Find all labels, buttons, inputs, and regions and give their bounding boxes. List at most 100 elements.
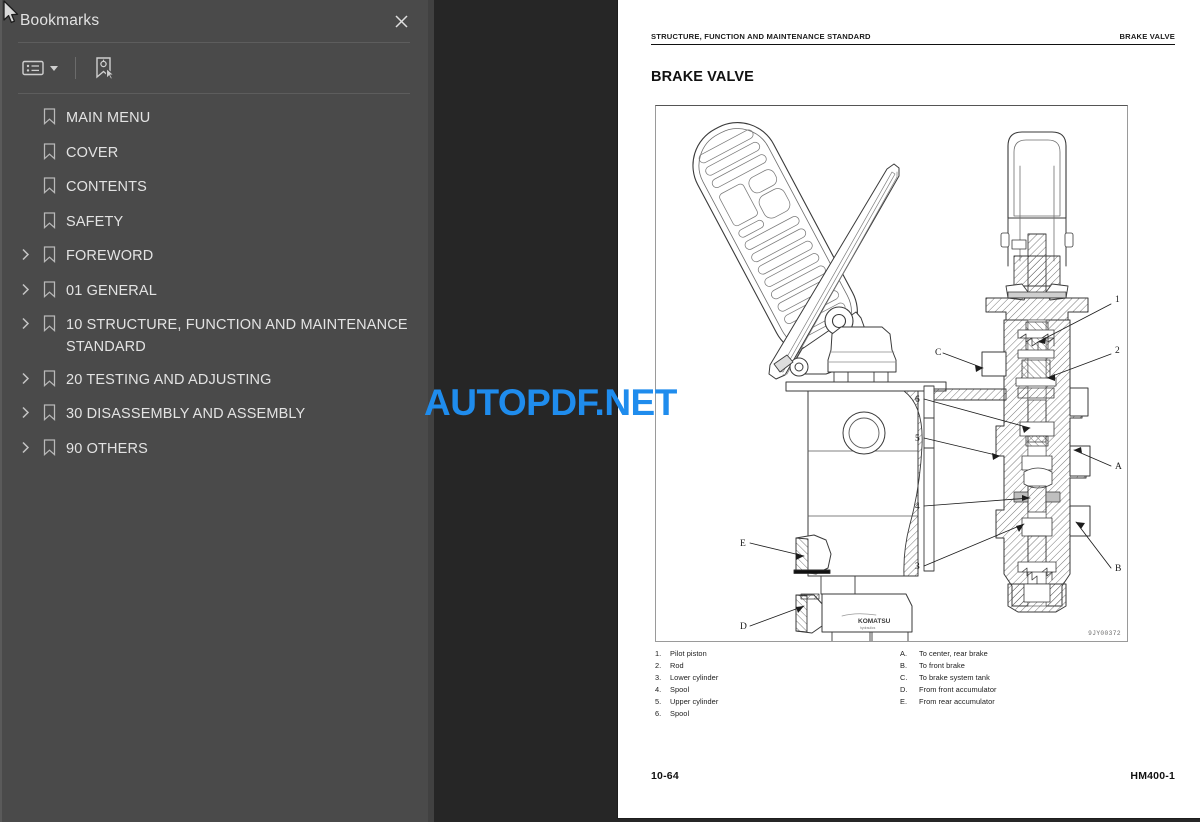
bookmark-icon <box>36 211 62 229</box>
legend-item: 3. Lower cylinder <box>655 672 900 684</box>
bookmarks-sidebar: Bookmarks MAIN MENU COVER CONTENTS SAFET… <box>0 0 428 822</box>
bookmark-item-main-menu[interactable]: MAIN MENU <box>0 102 428 137</box>
legend-key: E. <box>900 697 908 707</box>
legend-key: C. <box>900 673 908 683</box>
bookmark-item-safety[interactable]: SAFETY <box>0 206 428 241</box>
chevron-down-icon[interactable] <box>50 65 58 71</box>
bookmark-label: MAIN MENU <box>66 110 151 126</box>
bookmark-icon <box>36 245 62 263</box>
legend-item: A. To center, rear brake <box>900 648 1155 660</box>
bookmark-item-foreword[interactable]: FOREWORD <box>0 240 428 275</box>
legend-item: 2. Rod <box>655 660 900 672</box>
legend-item: B. To front brake <box>900 660 1155 672</box>
legend-key: B. <box>900 661 908 671</box>
chevron-right-icon[interactable] <box>14 369 36 385</box>
legend-text: To brake system tank <box>919 673 990 683</box>
bookmarks-panel-header: Bookmarks <box>0 0 428 42</box>
bookmark-item-10-structure[interactable]: 10 STRUCTURE, FUNCTION AND MAINTENANCE S… <box>0 309 428 364</box>
legend-text: From front accumulator <box>919 685 997 695</box>
legend-text: To front brake <box>919 661 965 671</box>
legend-key: D. <box>900 685 908 695</box>
twisty-placeholder <box>14 142 36 145</box>
brake-valve-drawing: KOMATSU hydraulics 1 2 C 6 5 A 4 3 B E D <box>692 122 1122 641</box>
legend-item: 5. Upper cylinder <box>655 696 900 708</box>
bookmark-item-01-general[interactable]: 01 GENERAL <box>0 275 428 310</box>
bookmark-label: 10 STRUCTURE, FUNCTION AND MAINTENANCE S… <box>66 317 408 356</box>
bookmark-label: FOREWORD <box>66 248 154 264</box>
bookmark-label: 90 OTHERS <box>66 440 148 457</box>
document-viewer[interactable]: STRUCTURE, FUNCTION AND MAINTENANCE STAN… <box>428 0 1200 822</box>
twisty-placeholder <box>14 107 36 110</box>
legend-key: 3. <box>655 673 662 683</box>
chevron-right-icon[interactable] <box>14 280 36 296</box>
legend-key: 1. <box>655 649 662 658</box>
running-head-right: BRAKE VALVE <box>1119 32 1175 41</box>
add-bookmark-icon[interactable] <box>89 53 119 83</box>
bookmark-label: SAFETY <box>66 213 124 230</box>
chevron-right-icon[interactable] <box>14 245 36 261</box>
callout-D: D <box>740 622 747 632</box>
bookmarks-tree: MAIN MENU COVER CONTENTS SAFETY FOREWORD… <box>0 94 428 467</box>
bookmark-label: COVER <box>66 144 119 161</box>
bookmark-item-90-others[interactable]: 90 OTHERS <box>0 433 428 468</box>
chevron-right-icon[interactable] <box>14 438 36 454</box>
legend-text: Pilot piston <box>670 649 707 658</box>
legend-text: Spool <box>670 685 690 695</box>
bookmark-item-contents[interactable]: CONTENTS <box>0 171 428 206</box>
callout-B: B <box>1115 564 1121 574</box>
list-options-icon[interactable] <box>18 53 62 83</box>
bookmark-item-cover[interactable]: COVER <box>0 137 428 172</box>
bookmark-icon <box>36 176 62 194</box>
page-running-head: STRUCTURE, FUNCTION AND MAINTENANCE STAN… <box>651 32 1175 45</box>
legend-item: 4. Spool <box>655 684 900 696</box>
figure-legend: 1. Pilot piston 2. Rod 3. Lower cylinder <box>655 648 1155 721</box>
chevron-right-icon[interactable] <box>14 314 36 330</box>
viewer-gutter <box>428 0 434 822</box>
legend-key: 6. <box>655 709 662 719</box>
bookmark-label: 01 GENERAL <box>66 282 157 299</box>
legend-key: 5. <box>655 697 662 707</box>
legend-item: E. From rear accumulator <box>900 696 1155 708</box>
page-footer: 10-64 HM400-1 <box>651 770 1175 782</box>
bookmark-item-30-disassembly[interactable]: 30 DISASSEMBLY AND ASSEMBLY <box>0 398 428 433</box>
callout-E: E <box>740 539 746 549</box>
chevron-right-icon[interactable] <box>14 403 36 419</box>
bookmark-icon <box>36 403 62 422</box>
bookmark-icon <box>36 369 62 387</box>
bookmark-icon <box>36 107 62 125</box>
bookmark-icon <box>36 280 62 298</box>
legend-text: From rear accumulator <box>919 697 995 707</box>
legend-numbered-column: 1. Pilot piston 2. Rod 3. Lower cylinder <box>655 648 900 721</box>
svg-text:hydraulics: hydraulics <box>860 626 876 630</box>
twisty-placeholder <box>14 211 36 214</box>
legend-item: 1. Pilot piston <box>655 648 900 660</box>
toolbar-separator <box>75 57 76 79</box>
bookmark-icon <box>36 438 62 456</box>
callout-3: 3 <box>915 562 920 572</box>
running-head-left: STRUCTURE, FUNCTION AND MAINTENANCE STAN… <box>651 32 871 41</box>
bookmark-label: 30 DISASSEMBLY AND ASSEMBLY <box>66 406 306 423</box>
callout-2: 2 <box>1115 346 1120 356</box>
pdf-viewer-window: Bookmarks MAIN MENU COVER CONTENTS SAFET… <box>0 0 1200 822</box>
page-number: 10-64 <box>651 770 679 782</box>
legend-key: 4. <box>655 685 662 695</box>
legend-text: To center, rear brake <box>919 649 988 658</box>
callout-6: 6 <box>915 395 920 405</box>
bookmarks-toolbar <box>0 43 428 93</box>
legend-text: Upper cylinder <box>670 697 719 707</box>
pdf-page: STRUCTURE, FUNCTION AND MAINTENANCE STAN… <box>618 0 1200 818</box>
bookmark-icon <box>36 142 62 160</box>
legend-item: C. To brake system tank <box>900 672 1155 684</box>
close-icon[interactable] <box>388 8 414 34</box>
callout-A: A <box>1115 462 1122 472</box>
bookmark-item-20-testing[interactable]: 20 TESTING AND ADJUSTING <box>0 364 428 399</box>
bookmarks-panel-title: Bookmarks <box>20 12 100 29</box>
svg-text:KOMATSU: KOMATSU <box>858 618 891 625</box>
legend-item: D. From front accumulator <box>900 684 1155 696</box>
twisty-placeholder <box>14 176 36 179</box>
figure-id: 9JY00372 <box>1088 630 1121 637</box>
model-number: HM400-1 <box>1130 770 1175 782</box>
callout-C: C <box>935 348 941 358</box>
bookmark-icon <box>36 314 62 332</box>
legend-text: Rod <box>670 661 684 671</box>
